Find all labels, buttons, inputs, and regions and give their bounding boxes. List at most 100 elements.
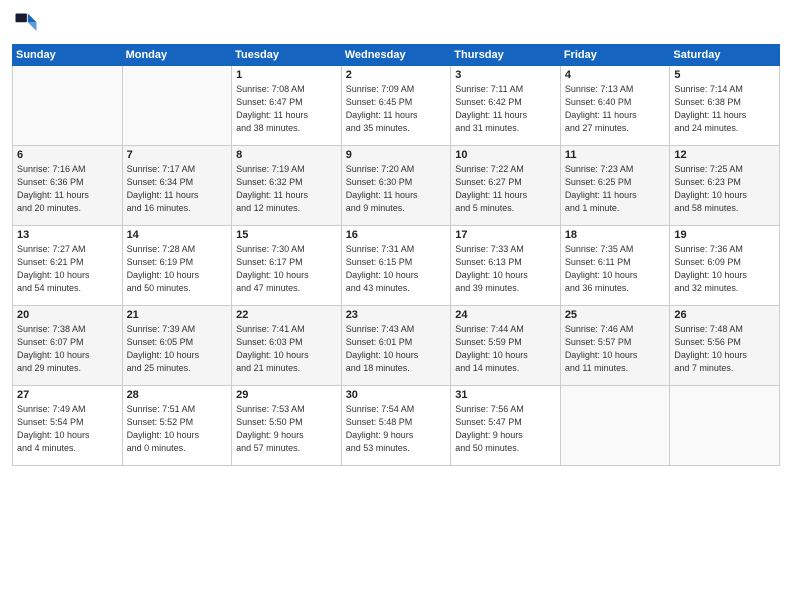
weekday-header: Monday	[122, 45, 232, 66]
weekday-header: Thursday	[451, 45, 561, 66]
calendar-cell: 2 Sunrise: 7:09 AM Sunset: 6:45 PM Daylig…	[341, 66, 451, 146]
day-info: Sunrise: 7:14 AM Sunset: 6:38 PM Dayligh…	[674, 83, 775, 135]
day-number: 12	[674, 149, 775, 161]
calendar-cell: 25Sunrise: 7:46 AM Sunset: 5:57 PM Dayli…	[560, 306, 670, 386]
day-number: 24	[455, 309, 556, 321]
calendar-week-row: 6 Sunrise: 7:16 AM Sunset: 6:36 PM Daylig…	[13, 146, 780, 226]
calendar-cell: 27 Sunrise: 7:49 AM Sunset: 5:54 PM Dayli…	[13, 386, 123, 466]
calendar-cell: 3 Sunrise: 7:11 AM Sunset: 6:42 PM Daylig…	[451, 66, 561, 146]
calendar-cell: 15Sunrise: 7:30 AM Sunset: 6:17 PM Dayli…	[232, 226, 342, 306]
day-number: 15	[236, 229, 337, 241]
day-info: Sunrise: 7:22 AM Sunset: 6:27 PM Dayligh…	[455, 163, 556, 215]
day-info: Sunrise: 7:27 AM Sunset: 6:21 PM Dayligh…	[17, 243, 118, 295]
day-number: 21	[127, 309, 228, 321]
day-info: Sunrise: 7:54 AM Sunset: 5:48 PM Dayligh…	[346, 403, 447, 455]
day-number: 31	[455, 389, 556, 401]
day-info: Sunrise: 7:25 AM Sunset: 6:23 PM Dayligh…	[674, 163, 775, 215]
calendar-cell: 31 Sunrise: 7:56 AM Sunset: 5:47 PM Dayli…	[451, 386, 561, 466]
day-info: Sunrise: 7:46 AM Sunset: 5:57 PM Dayligh…	[565, 323, 666, 375]
header	[12, 10, 780, 38]
calendar-cell: 30 Sunrise: 7:54 AM Sunset: 5:48 PM Dayli…	[341, 386, 451, 466]
day-number: 29	[236, 389, 337, 401]
weekday-header-row: SundayMondayTuesdayWednesdayThursdayFrid…	[13, 45, 780, 66]
day-info: Sunrise: 7:19 AM Sunset: 6:32 PM Dayligh…	[236, 163, 337, 215]
calendar-cell: 29 Sunrise: 7:53 AM Sunset: 5:50 PM Dayli…	[232, 386, 342, 466]
page-container: SundayMondayTuesdayWednesdayThursdayFrid…	[0, 0, 792, 612]
calendar-cell: 24 Sunrise: 7:44 AM Sunset: 5:59 PM Dayli…	[451, 306, 561, 386]
logo	[12, 10, 44, 38]
day-info: Sunrise: 7:53 AM Sunset: 5:50 PM Dayligh…	[236, 403, 337, 455]
calendar-cell: 28 Sunrise: 7:51 AM Sunset: 5:52 PM Dayli…	[122, 386, 232, 466]
day-number: 28	[127, 389, 228, 401]
calendar-cell: 8Sunrise: 7:19 AM Sunset: 6:32 PM Daylig…	[232, 146, 342, 226]
calendar-cell: 23Sunrise: 7:43 AM Sunset: 6:01 PM Dayli…	[341, 306, 451, 386]
day-number: 19	[674, 229, 775, 241]
day-info: Sunrise: 7:13 AM Sunset: 6:40 PM Dayligh…	[565, 83, 666, 135]
day-info: Sunrise: 7:35 AM Sunset: 6:11 PM Dayligh…	[565, 243, 666, 295]
calendar-cell: 10 Sunrise: 7:22 AM Sunset: 6:27 PM Dayli…	[451, 146, 561, 226]
calendar-cell: 12 Sunrise: 7:25 AM Sunset: 6:23 PM Dayli…	[670, 146, 780, 226]
day-number: 2	[346, 69, 447, 81]
calendar-cell: 6 Sunrise: 7:16 AM Sunset: 6:36 PM Daylig…	[13, 146, 123, 226]
calendar-cell: 17Sunrise: 7:33 AM Sunset: 6:13 PM Dayli…	[451, 226, 561, 306]
day-number: 17	[455, 229, 556, 241]
day-info: Sunrise: 7:51 AM Sunset: 5:52 PM Dayligh…	[127, 403, 228, 455]
day-number: 7	[127, 149, 228, 161]
day-number: 6	[17, 149, 118, 161]
calendar-cell: 16Sunrise: 7:31 AM Sunset: 6:15 PM Dayli…	[341, 226, 451, 306]
calendar-cell: 11Sunrise: 7:23 AM Sunset: 6:25 PM Dayli…	[560, 146, 670, 226]
day-number: 22	[236, 309, 337, 321]
day-number: 20	[17, 309, 118, 321]
calendar-week-row: 13 Sunrise: 7:27 AM Sunset: 6:21 PM Dayli…	[13, 226, 780, 306]
day-info: Sunrise: 7:09 AM Sunset: 6:45 PM Dayligh…	[346, 83, 447, 135]
day-number: 27	[17, 389, 118, 401]
day-info: Sunrise: 7:56 AM Sunset: 5:47 PM Dayligh…	[455, 403, 556, 455]
calendar-cell: 14 Sunrise: 7:28 AM Sunset: 6:19 PM Dayli…	[122, 226, 232, 306]
day-info: Sunrise: 7:08 AM Sunset: 6:47 PM Dayligh…	[236, 83, 337, 135]
weekday-header: Saturday	[670, 45, 780, 66]
day-info: Sunrise: 7:49 AM Sunset: 5:54 PM Dayligh…	[17, 403, 118, 455]
day-info: Sunrise: 7:43 AM Sunset: 6:01 PM Dayligh…	[346, 323, 447, 375]
day-number: 3	[455, 69, 556, 81]
day-number: 14	[127, 229, 228, 241]
weekday-header: Friday	[560, 45, 670, 66]
day-number: 10	[455, 149, 556, 161]
calendar-cell	[122, 66, 232, 146]
calendar-week-row: 1 Sunrise: 7:08 AM Sunset: 6:47 PM Daylig…	[13, 66, 780, 146]
day-info: Sunrise: 7:44 AM Sunset: 5:59 PM Dayligh…	[455, 323, 556, 375]
weekday-header: Tuesday	[232, 45, 342, 66]
day-number: 30	[346, 389, 447, 401]
calendar-cell: 4 Sunrise: 7:13 AM Sunset: 6:40 PM Daylig…	[560, 66, 670, 146]
calendar-week-row: 27 Sunrise: 7:49 AM Sunset: 5:54 PM Dayli…	[13, 386, 780, 466]
day-info: Sunrise: 7:41 AM Sunset: 6:03 PM Dayligh…	[236, 323, 337, 375]
day-info: Sunrise: 7:39 AM Sunset: 6:05 PM Dayligh…	[127, 323, 228, 375]
day-info: Sunrise: 7:17 AM Sunset: 6:34 PM Dayligh…	[127, 163, 228, 215]
day-info: Sunrise: 7:48 AM Sunset: 5:56 PM Dayligh…	[674, 323, 775, 375]
day-number: 13	[17, 229, 118, 241]
day-number: 11	[565, 149, 666, 161]
calendar-cell: 9 Sunrise: 7:20 AM Sunset: 6:30 PM Daylig…	[341, 146, 451, 226]
day-info: Sunrise: 7:31 AM Sunset: 6:15 PM Dayligh…	[346, 243, 447, 295]
weekday-header: Sunday	[13, 45, 123, 66]
calendar-cell	[670, 386, 780, 466]
calendar-cell	[560, 386, 670, 466]
day-number: 9	[346, 149, 447, 161]
day-info: Sunrise: 7:16 AM Sunset: 6:36 PM Dayligh…	[17, 163, 118, 215]
day-info: Sunrise: 7:28 AM Sunset: 6:19 PM Dayligh…	[127, 243, 228, 295]
calendar-cell: 19 Sunrise: 7:36 AM Sunset: 6:09 PM Dayli…	[670, 226, 780, 306]
day-number: 18	[565, 229, 666, 241]
day-number: 4	[565, 69, 666, 81]
day-info: Sunrise: 7:11 AM Sunset: 6:42 PM Dayligh…	[455, 83, 556, 135]
calendar-cell: 20 Sunrise: 7:38 AM Sunset: 6:07 PM Dayli…	[13, 306, 123, 386]
calendar-cell: 13 Sunrise: 7:27 AM Sunset: 6:21 PM Dayli…	[13, 226, 123, 306]
calendar-cell: 18 Sunrise: 7:35 AM Sunset: 6:11 PM Dayli…	[560, 226, 670, 306]
day-info: Sunrise: 7:36 AM Sunset: 6:09 PM Dayligh…	[674, 243, 775, 295]
calendar-cell: 5Sunrise: 7:14 AM Sunset: 6:38 PM Daylig…	[670, 66, 780, 146]
day-info: Sunrise: 7:20 AM Sunset: 6:30 PM Dayligh…	[346, 163, 447, 215]
logo-icon	[12, 10, 40, 38]
calendar-table: SundayMondayTuesdayWednesdayThursdayFrid…	[12, 44, 780, 466]
calendar-cell: 7 Sunrise: 7:17 AM Sunset: 6:34 PM Daylig…	[122, 146, 232, 226]
day-number: 1	[236, 69, 337, 81]
weekday-header: Wednesday	[341, 45, 451, 66]
day-info: Sunrise: 7:38 AM Sunset: 6:07 PM Dayligh…	[17, 323, 118, 375]
